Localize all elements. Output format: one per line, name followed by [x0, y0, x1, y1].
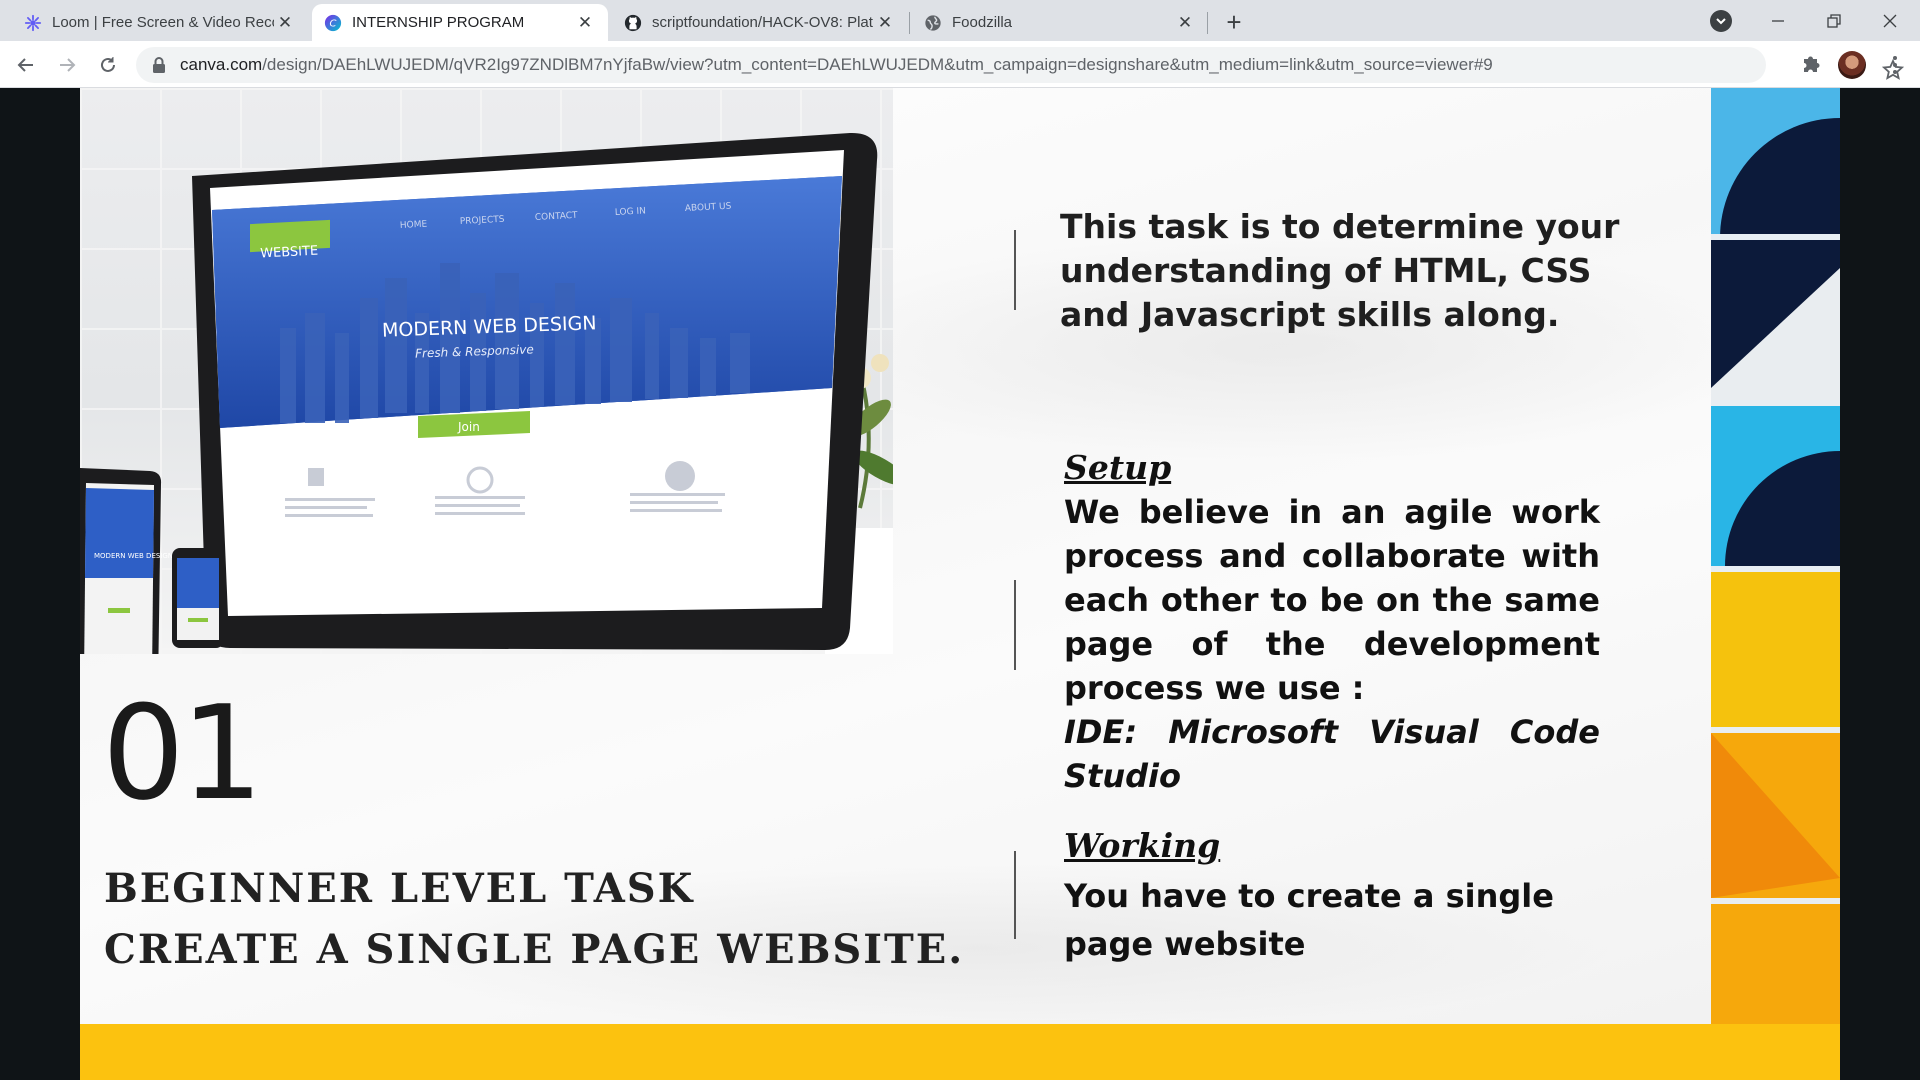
arrow-right-icon [60, 58, 76, 72]
tab-title: Loom | Free Screen & Video Reco [52, 14, 274, 31]
restore-button[interactable] [1806, 0, 1862, 41]
tab-divider [1207, 12, 1208, 34]
setup-heading: Setup [1064, 448, 1172, 487]
minimize-button[interactable] [1750, 0, 1806, 41]
globe-icon [925, 14, 941, 31]
url-path: /design/DAEhLWUJEDM/qVR2Ig97ZNDlBM7nYjfa… [262, 55, 1493, 74]
minimize-icon [1772, 19, 1784, 22]
back-button[interactable] [10, 49, 42, 81]
puzzle-icon[interactable] [1800, 53, 1822, 75]
task-number: 01 [102, 677, 263, 829]
working-heading: Working [1064, 826, 1221, 865]
device-mockup-illustration: WEBSITE HOME PROJECTS CONTACT LOG IN ABO… [80, 132, 893, 654]
close-icon[interactable]: ✕ [874, 12, 896, 34]
task-intro-text: This task is to determine your understan… [1060, 207, 1620, 334]
reload-button[interactable] [92, 49, 124, 81]
phone [172, 548, 224, 648]
canva-viewer: WEBSITE HOME PROJECTS CONTACT LOG IN ABO… [0, 88, 1920, 1080]
tablet: MODERN WEB DESIGN [80, 468, 173, 654]
monitor: WEBSITE HOME PROJECTS CONTACT LOG IN ABO… [192, 132, 878, 650]
close-icon[interactable]: ✕ [574, 12, 596, 34]
loom-icon [24, 14, 42, 31]
task-title: BEGINNER LEVEL TASK CREATE A SINGLE PAGE… [104, 858, 964, 980]
divider-line [1014, 230, 1016, 310]
divider-line [1014, 851, 1016, 939]
working-body: You have to create a single page website [1064, 877, 1554, 963]
website-tag: WEBSITE [260, 244, 319, 262]
decorative-color-strip [1711, 88, 1840, 1024]
github-icon [624, 14, 642, 31]
tab-title: scriptfoundation/HACK-OV8: Plat [652, 14, 873, 31]
canva-icon: C [324, 14, 342, 31]
new-tab-button[interactable]: + [1219, 7, 1249, 37]
close-icon [1883, 14, 1897, 27]
tab-title: Foodzilla [952, 14, 1013, 31]
tab-strip: Loom | Free Screen & Video Reco ✕ C INTE… [0, 0, 1920, 41]
tab-foodzilla[interactable]: Foodzilla ✕ [912, 4, 1208, 41]
profile-avatar[interactable] [1838, 51, 1866, 79]
setup-body-text: We believe in an agile work process and … [1064, 493, 1600, 707]
nav-login: LOG IN [615, 206, 646, 218]
address-bar[interactable]: canva.com/design/DAEhLWUJEDM/qVR2Ig97ZND… [136, 47, 1904, 83]
browser-toolbar: canva.com/design/DAEhLWUJEDM/qVR2Ig97ZND… [0, 41, 1920, 88]
task-level: BEGINNER LEVEL TASK [104, 865, 695, 912]
url-host: canva.com [180, 55, 263, 74]
svg-text:C: C [330, 18, 337, 29]
close-window-button[interactable] [1862, 0, 1918, 41]
slide: WEBSITE HOME PROJECTS CONTACT LOG IN ABO… [80, 88, 1840, 1080]
hero-image: WEBSITE HOME PROJECTS CONTACT LOG IN ABO… [80, 88, 893, 654]
tab-divider [909, 12, 910, 34]
tab-github[interactable]: scriptfoundation/HACK-OV8: Plat ✕ [612, 4, 908, 41]
close-icon[interactable]: ✕ [274, 12, 296, 34]
reload-icon [101, 57, 115, 72]
tablet-headline: MODERN WEB DESIGN [94, 552, 173, 560]
tab-internship-program[interactable]: C INTERNSHIP PROGRAM ✕ [312, 4, 608, 41]
ide-text: IDE: Microsoft Visual Code Studio [1064, 713, 1600, 795]
tab-search-button[interactable] [1710, 10, 1732, 32]
nav-home: HOME [400, 220, 428, 231]
footer-yellow-band [80, 1024, 1840, 1080]
tab-title: INTERNSHIP PROGRAM [352, 14, 525, 31]
close-icon[interactable]: ✕ [1174, 12, 1196, 34]
divider-line [1014, 580, 1016, 670]
url-text: canva.com/design/DAEhLWUJEDM/qVR2Ig97ZND… [180, 55, 1493, 75]
chevron-down-icon [1716, 18, 1726, 25]
restore-icon [1827, 13, 1841, 28]
join-button-label: Join [457, 420, 480, 434]
arrow-left-icon [17, 58, 33, 72]
setup-body: We believe in an agile work process and … [1064, 490, 1600, 798]
task-description: CREATE A SINGLE PAGE WEBSITE. [104, 926, 965, 973]
more-menu-icon[interactable] [1885, 52, 1905, 78]
tab-loom[interactable]: Loom | Free Screen & Video Reco ✕ [12, 4, 308, 41]
lock-icon [153, 57, 165, 73]
forward-button[interactable] [51, 49, 83, 81]
